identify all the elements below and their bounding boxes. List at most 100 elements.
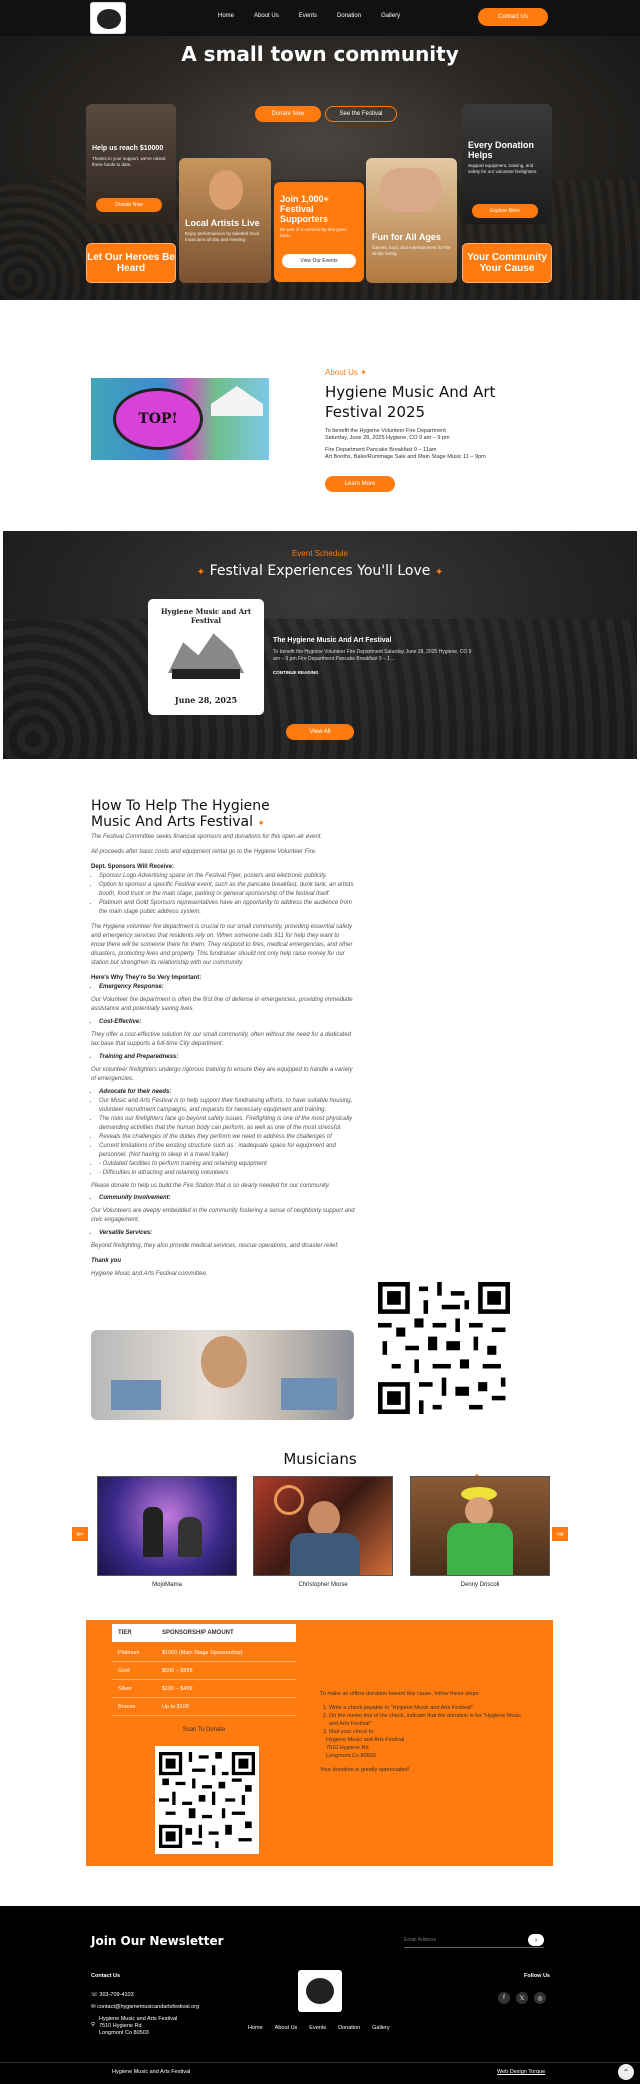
about-eyebrow: About Us ✦ [325,368,367,377]
help-why-heading: Here's Why They're So Very Important: [91,975,202,981]
sponsor-benefit: Platinum and Gold Sponsors representativ… [99,899,355,917]
why-list-5: Versatile Services: [91,1229,355,1238]
footer-link-about[interactable]: About Us [275,2025,298,2031]
instagram-icon[interactable]: ◎ [534,1992,546,2004]
card-reach-goal: Help us reach $10000 Thanks to your supp… [86,104,176,224]
offline-donation-instructions: To make an offline donation toward this … [320,1690,530,1774]
facebook-icon[interactable]: f [498,1992,510,2004]
help-title-text: How To Help The Hygiene Music And Arts F… [91,798,270,830]
musician-face [465,1497,493,1525]
why-emergency-text: Our Volunteer fire department is often t… [91,997,353,1012]
hero-see-festival-button[interactable]: See the Festival [325,106,397,122]
continue-reading-link[interactable]: CONTINUE READING [273,670,319,675]
tier-name: Gold [118,1668,130,1674]
why-emergency: Emergency Response: [99,983,355,992]
footer-phone[interactable]: ☏ 303-709-4103 [91,1992,134,1998]
advocate-item: Reveals the challenges of the duties the… [99,1133,355,1142]
card-explore-more-button[interactable]: Explore More [472,204,538,218]
mail-icon: ✉ [91,2004,96,2010]
about-learn-more-button[interactable]: Learn More [325,476,395,492]
musician-silhouette [143,1507,163,1557]
help-intro1: The Festival Committee seeks financial s… [91,834,323,840]
hero-donate-button[interactable]: Donate Now [255,106,321,122]
footer-email[interactable]: ✉ contact@hygienemusicandartsfestival.or… [91,2004,199,2010]
arrow-right-icon: ⇒ [556,1528,564,1539]
nav-gallery[interactable]: Gallery [381,13,400,19]
why-versatile: Versatile Services: [99,1229,355,1238]
footer-divider [0,2062,640,2063]
newsletter-submit-button[interactable]: › [528,1934,544,1946]
card-view-events-button[interactable]: View Our Events [282,254,356,268]
qr-code-donate [155,1746,259,1854]
artist-photo [209,170,243,210]
x-icon[interactable]: 𝕏 [516,1992,528,2004]
footer-link-home[interactable]: Home [248,2025,263,2031]
card-reach-title: Help us reach $10000 [92,145,164,152]
sparkle-icon: ✦ [434,567,444,578]
nav-home[interactable]: Home [218,13,234,19]
tier-row-platinum: Platinum $1000 (Main Stage Sponsorship) [112,1644,296,1662]
footer-email-text: contact@hygienemusicandartsfestival.org [97,2004,200,2010]
view-all-button[interactable]: View All [286,724,354,740]
mailing-address-line: Longmont Co 80503 [326,1753,376,1759]
qr-code-svg [378,1282,510,1414]
scroll-to-top-button[interactable]: ⌃ [618,2064,634,2080]
offline-step: Write a check payable to "Hygiene Music … [329,1704,530,1712]
footer-link-gallery[interactable]: Gallery [372,2025,389,2031]
festival-section: Event Schedule ✦ Festival Experiences Yo… [3,531,637,759]
card-reach-text: Thanks to your support, we've raised the… [92,156,166,167]
nav-events[interactable]: Events [299,13,317,19]
card-your-cause: Your Community Your Cause [462,243,552,283]
contact-us-button[interactable]: Contact Us [478,8,548,26]
arrow-right-icon: › [534,1936,538,1944]
card-artists-text: Enjoy performances by talented local mus… [185,231,259,242]
family-photo [380,168,442,212]
help-intro2: All proceeds after basic costs and equip… [91,849,317,855]
card-reach-donate-button[interactable]: Donate Now [96,198,162,212]
footer-link-donation[interactable]: Donation [338,2025,360,2031]
musician-card-christopher-morse[interactable] [253,1476,393,1576]
nav-about[interactable]: About Us [254,13,279,19]
footer-logo[interactable] [298,1970,342,2012]
card-join-supporters: Join 1,000+ Festival Supporters Be part … [274,182,364,282]
sparkle-icon: ✦ [360,368,367,377]
footer-address-line: Longmont Co 80503 [99,2030,149,2036]
nav-donation[interactable]: Donation [337,13,361,19]
site-logo[interactable] [90,2,126,34]
musician-card-denny-driscoll[interactable] [410,1476,550,1576]
event-text: To benefit the Hygiene Volunteer Fire De… [273,649,472,662]
hero-section: A small town community Donate Now See th… [0,36,640,300]
poster-title: Hygiene Music and Art Festival [160,607,252,625]
tier-amount: Up to $100 [162,1704,189,1710]
footer-credit-link[interactable]: Web Design Torque [497,2069,545,2075]
musician-body [447,1523,513,1575]
advocate-item: Current limitations of the existing stru… [99,1142,355,1160]
help-body: The Festival Committee seeks financial s… [91,833,355,1279]
carousel-prev-button[interactable]: ⇐ [72,1527,88,1541]
qr-code-help [378,1278,510,1418]
poster-mountains [168,633,244,673]
advocate-item: - Outdated facilities to perform trainin… [99,1160,355,1169]
newsletter-email-input[interactable] [404,1934,514,1946]
card-fun-all-ages: Fun for All Ages Games, food, and entert… [366,158,457,283]
about-p4: Art Booths, Bake/Rummage Sale and Main S… [325,454,486,460]
amount-header: SPONSORSHIP AMOUNT [162,1630,234,1636]
qr-code-svg [159,1752,255,1848]
advocate-item: Our Music and Arts Festival is to help s… [99,1097,355,1115]
tier-name: Platinum [118,1650,140,1656]
hero-title: A small town community [181,42,459,66]
why-community-text: Our Volunteers are deeply embedded in th… [91,1208,355,1223]
arrow-left-icon: ⇐ [76,1528,84,1539]
event-title[interactable]: The Hygiene Music And Art Festival [273,637,392,644]
offline-steps: Write a check payable to "Hygiene Music … [320,1704,530,1736]
carousel-next-button[interactable]: ⇒ [552,1527,568,1541]
tent-shape [211,386,263,416]
help-paragraph1: The Hygiene volunteer fire department is… [91,924,353,966]
festival-poster[interactable]: Hygiene Music and Art Festival June 28, … [148,599,264,715]
about-eyebrow-text: About Us [325,368,358,377]
mailing-address: Hygiene Music and Arts Festival 7510 Hyg… [320,1736,530,1760]
musician-card-mojomama[interactable] [97,1476,237,1576]
why-training-text: Our volunteer firefighters undergo rigor… [91,1067,353,1082]
footer-contact-heading: Contact Us [91,1973,121,1979]
footer-link-events[interactable]: Events [309,2025,326,2031]
